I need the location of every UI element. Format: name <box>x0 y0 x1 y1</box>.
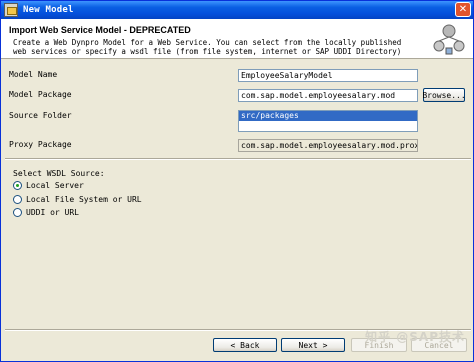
proxy-package-label: Proxy Package <box>9 140 72 149</box>
back-button[interactable]: < Back <box>213 338 277 352</box>
next-button[interactable]: Next > <box>281 338 345 352</box>
radio-button-selected[interactable] <box>13 181 22 190</box>
model-package-field[interactable]: com.sap.model.employeesalary.mod <box>238 89 418 102</box>
new-model-dialog: New Model ✕ Import Web Service Model - D… <box>0 0 474 362</box>
model-package-label: Model Package <box>9 90 72 99</box>
radio-uddi-or-url[interactable]: UDDI or URL <box>13 208 79 217</box>
source-folder-list[interactable]: src/packages <box>238 110 418 132</box>
radio-button[interactable] <box>13 208 22 217</box>
radio-local-file-system[interactable]: Local File System or URL <box>13 195 142 204</box>
wsdl-source-label: Select WSDL Source: <box>13 169 105 178</box>
wizard-description: Create a Web Dynpro Model for a Web Serv… <box>13 38 402 56</box>
radio-label: Local File System or URL <box>26 195 142 204</box>
radio-local-server[interactable]: Local Server <box>13 181 84 190</box>
proxy-package-field: com.sap.model.employeesalary.mod.proxies <box>238 139 418 152</box>
radio-button[interactable] <box>13 195 22 204</box>
browse-button[interactable]: Browse... <box>422 88 466 102</box>
source-folder-item[interactable]: src/packages <box>239 111 417 121</box>
title-bar[interactable]: New Model ✕ <box>1 1 473 19</box>
wizard-header: Import Web Service Model - DEPRECATED Cr… <box>1 19 473 59</box>
window-icon <box>4 3 18 17</box>
model-name-field[interactable]: EmployeeSalaryModel <box>238 69 418 82</box>
close-button[interactable]: ✕ <box>455 2 471 17</box>
window-title: New Model <box>23 5 74 15</box>
model-graphic-icon <box>433 24 465 55</box>
separator <box>5 158 471 160</box>
radio-label: Local Server <box>26 181 84 190</box>
model-name-label: Model Name <box>9 70 58 79</box>
watermark: 知乎 @SAP技术 <box>365 330 465 344</box>
wizard-title: Import Web Service Model - DEPRECATED <box>9 25 191 35</box>
radio-label: UDDI or URL <box>26 208 79 217</box>
source-folder-label: Source Folder <box>9 111 72 120</box>
